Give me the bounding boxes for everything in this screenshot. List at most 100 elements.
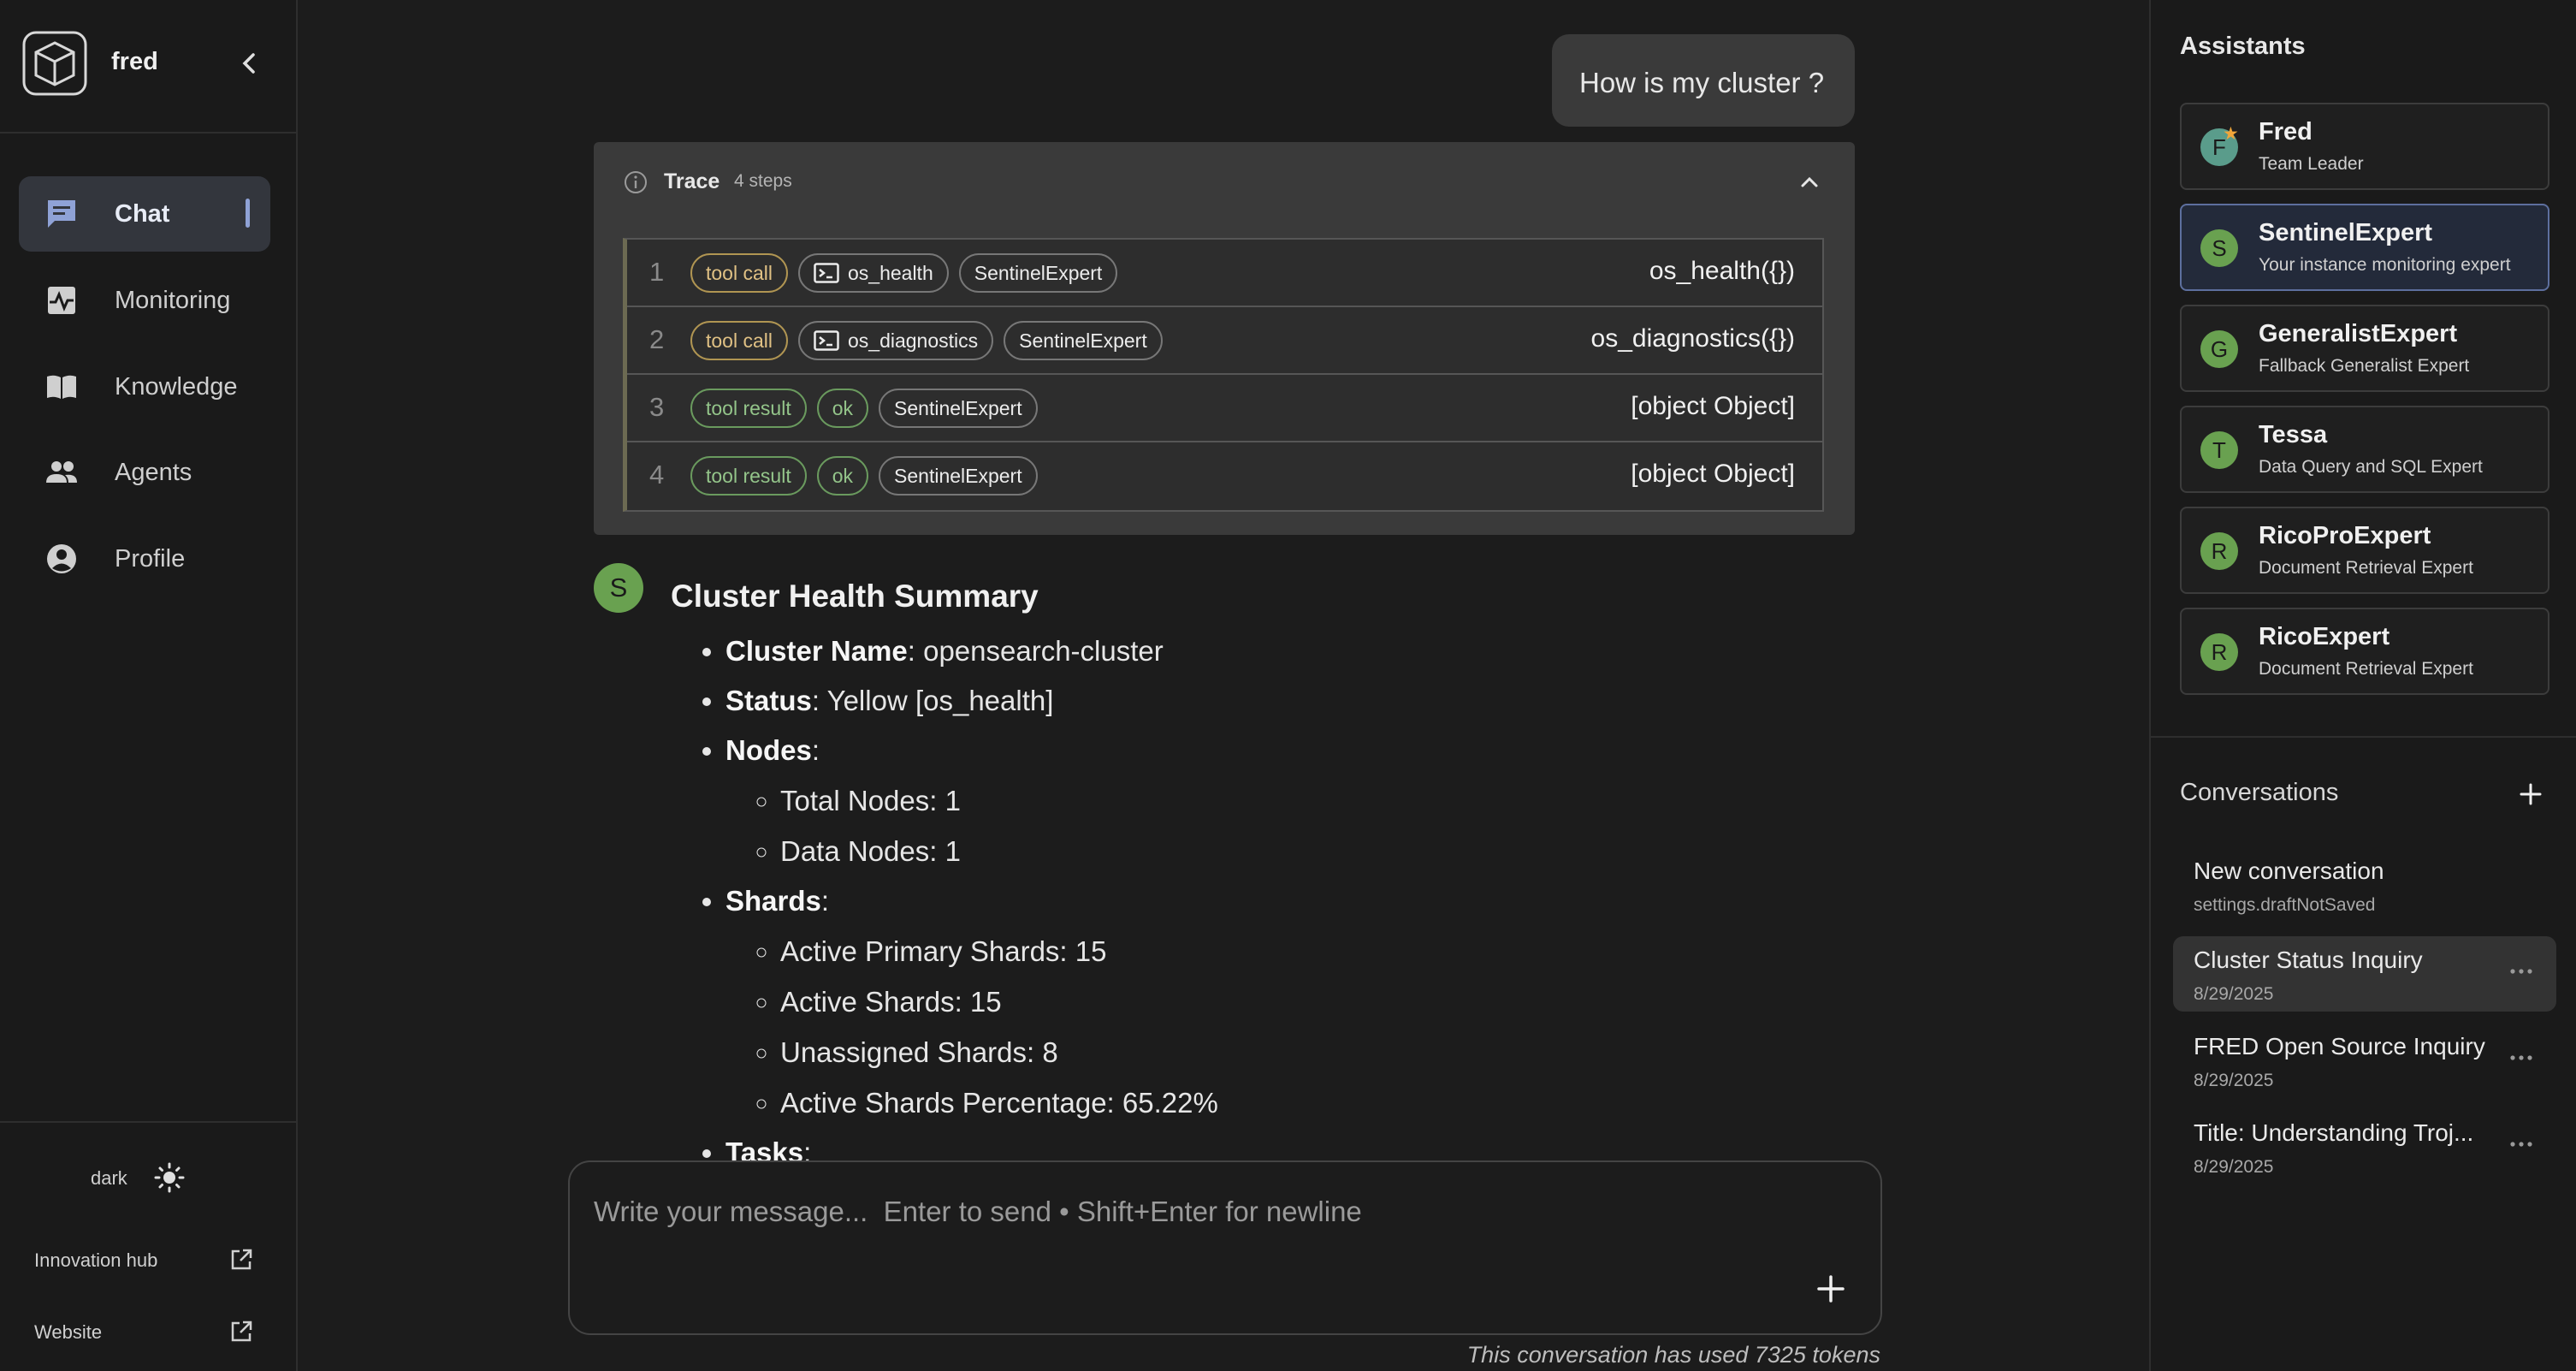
conversation-item[interactable]: Cluster Status Inquiry 8/29/2025 [2173,936,2556,1012]
assistant-role: Document Retrieval Expert [2259,659,2473,679]
plus-icon[interactable] [2517,780,2544,808]
assistant-answer: Cluster Health Summary Cluster Name: ope… [671,579,1817,1162]
conversation-title: Cluster Status Inquiry [2194,947,2423,973]
divider [2151,736,2576,738]
step-number: 4 [649,460,665,490]
trace-steps-list: 1 tool call os_health SentinelExpert os_… [623,238,1824,512]
answer-list: Cluster Name: opensearch-cluster Status:… [671,626,1817,1162]
assistant-card-sentinelexpert[interactable]: S SentinelExpert Your instance monitorin… [2180,204,2549,291]
conversation-item[interactable]: New conversation settings.draftNotSaved [2173,847,2556,923]
plus-icon[interactable] [1812,1270,1850,1308]
conversation-title: FRED Open Source Inquiry [2194,1033,2485,1059]
assistant-card-ricoproexpert[interactable]: R RicoProExpert Document Retrieval Exper… [2180,507,2549,594]
nav-item-profile[interactable]: Profile [19,521,270,596]
nav-item-agents[interactable]: Agents [19,435,270,510]
avatar: T [2200,431,2238,469]
trace-panel: Trace 4 steps 1 tool call os_health Sent… [594,142,1855,535]
nested-list: Total Nodes: 1 Data Nodes: 1 [725,775,1817,876]
assistant-card-fred[interactable]: F ★ Fred Team Leader [2180,103,2549,190]
right-panel: Assistants F ★ Fred Team Leader S Sentin… [2149,0,2576,1371]
nav-item-knowledge[interactable]: Knowledge [19,349,270,424]
step-value: [object Object] [1631,460,1795,488]
nav-item-monitoring[interactable]: Monitoring [19,263,270,338]
more-options-icon[interactable] [2508,965,2534,977]
tool-name-chip: os_health [797,253,949,293]
tool-call-chip: tool call [690,253,788,293]
message-composer[interactable] [568,1160,1882,1335]
innovation-hub-link[interactable]: Innovation hub [34,1249,157,1272]
avatar: G [2200,330,2238,368]
monitoring-icon [48,287,75,314]
active-indicator [246,199,250,228]
assistant-card-ricoexpert[interactable]: R RicoExpert Document Retrieval Expert [2180,608,2549,695]
agent-chip: SentinelExpert [958,253,1118,293]
list-item: Cluster Name: opensearch-cluster [725,626,1817,676]
conversation-title: New conversation [2194,858,2384,884]
more-options-icon[interactable] [2508,1052,2534,1064]
step-value: os_diagnostics({}) [1590,324,1795,353]
conversation-item[interactable]: FRED Open Source Inquiry 8/29/2025 [2173,1023,2556,1098]
assistant-name: RicoProExpert [2259,522,2431,549]
nav-item-chat[interactable]: Chat [19,176,270,252]
trace-step[interactable]: 1 tool call os_health SentinelExpert os_… [627,240,1822,307]
agent-chip: SentinelExpert [879,389,1038,428]
tool-call-chip: tool call [690,321,788,360]
more-options-icon[interactable] [2508,1138,2534,1150]
nav-label: Chat [115,200,170,228]
step-value: os_health({}) [1649,257,1795,285]
assistant-card-tessa[interactable]: T Tessa Data Query and SQL Expert [2180,406,2549,493]
assistant-role: Data Query and SQL Expert [2259,457,2483,477]
assistant-name: Tessa [2259,421,2328,448]
info-icon [625,171,647,193]
avatar: R [2200,532,2238,570]
conversation-title: Title: Understanding Troj... [2194,1119,2474,1146]
tool-result-chip: tool result [690,456,807,496]
website-link[interactable]: Website [34,1321,102,1344]
conversation-date: 8/29/2025 [2194,984,2274,1004]
message-input[interactable] [592,1195,1790,1229]
chat-main: How is my cluster ? Trace 4 steps 1 tool… [298,0,2149,1371]
user-message: How is my cluster ? [1552,34,1855,127]
nav-label: Profile [115,545,186,573]
answer-title: Cluster Health Summary [671,579,1039,614]
token-usage-note: This conversation has used 7325 tokens [1466,1342,1880,1368]
trace-title: Trace [664,169,720,193]
chevron-left-icon[interactable] [233,46,267,80]
assistant-name: SentinelExpert [2259,219,2433,246]
assistant-card-generalistexpert[interactable]: G GeneralistExpert Fallback Generalist E… [2180,305,2549,392]
sidebar-footer: dark Innovation hub Website [0,1121,296,1371]
step-number: 3 [649,392,665,422]
assistant-role: Fallback Generalist Expert [2259,356,2470,376]
assistant-role: Your instance monitoring expert [2259,255,2511,275]
status-ok-chip: ok [816,389,869,428]
tool-name: os_health [847,262,933,284]
trace-step[interactable]: 3 tool result ok SentinelExpert [object … [627,375,1822,442]
sun-icon[interactable] [154,1162,185,1193]
conversation-item[interactable]: Title: Understanding Troj... 8/29/2025 [2173,1109,2556,1184]
avatar: S [2200,229,2238,267]
trace-step[interactable]: 4 tool result ok SentinelExpert [object … [627,442,1822,510]
external-link-icon[interactable] [229,1320,253,1344]
chevron-up-icon[interactable] [1795,168,1824,197]
step-value: [object Object] [1631,392,1795,420]
list-item: Unassigned Shards: 8 [780,1027,1817,1077]
nested-list: Active Primary Shards: 15 Active Shards:… [725,926,1817,1128]
theme-label: dark [91,1167,127,1189]
status-ok-chip: ok [816,456,869,496]
assistant-role: Document Retrieval Expert [2259,558,2473,578]
people-icon [46,461,77,483]
trace-step[interactable]: 2 tool call os_diagnostics SentinelExper… [627,307,1822,375]
cube-logo-icon [22,31,87,96]
assistant-role: Team Leader [2259,154,2364,174]
step-number: 1 [649,257,665,287]
conversations-title: Conversations [2180,779,2339,806]
bot-avatar: S [594,563,643,613]
tool-result-chip: tool result [690,389,807,428]
agent-chip: SentinelExpert [1004,321,1163,360]
conversation-date: settings.draftNotSaved [2194,895,2376,915]
conversation-date: 8/29/2025 [2194,1157,2274,1177]
trace-step-count: 4 steps [734,171,792,191]
external-link-icon[interactable] [229,1248,253,1272]
step-number: 2 [649,324,665,354]
list-item: Tasks: [725,1128,1817,1162]
